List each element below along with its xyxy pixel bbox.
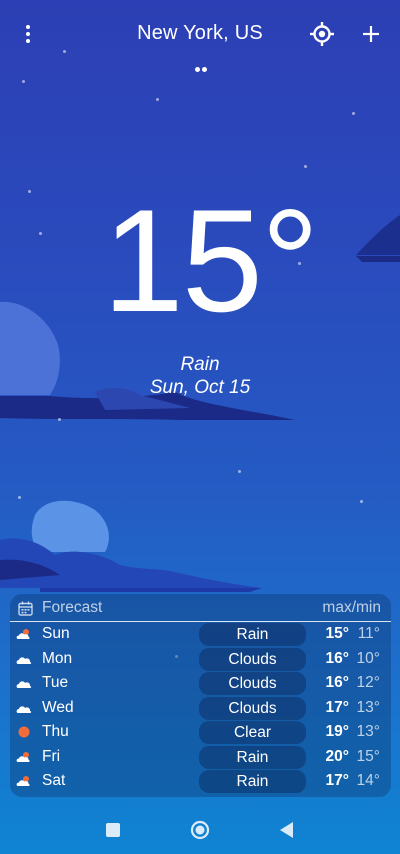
page-indicator xyxy=(195,67,207,73)
forecast-condition: Clear xyxy=(199,721,306,744)
forecast-condition: Rain xyxy=(199,623,306,646)
recents-button[interactable] xyxy=(106,823,120,837)
cloud-shape xyxy=(356,256,400,262)
forecast-condition: Clouds xyxy=(199,672,306,695)
city-title[interactable]: New York, US xyxy=(100,22,300,45)
current-condition: Rain xyxy=(180,354,220,375)
forecast-condition: Rain xyxy=(199,745,306,769)
forecast-condition: Clouds xyxy=(199,696,306,720)
cloud-shape xyxy=(31,500,109,552)
forecast-min: 13° xyxy=(356,698,380,716)
cloud-rain-icon xyxy=(16,751,30,762)
forecast-condition: Rain xyxy=(199,770,306,793)
forecast-row-fri[interactable]: Fri Rain 20° 15° xyxy=(10,745,391,769)
cloud-icon xyxy=(16,705,32,713)
system-navigation-bar xyxy=(0,806,400,854)
cloud-shape xyxy=(0,538,262,588)
forecast-header: Forecast max/min xyxy=(10,594,391,622)
home-button[interactable] xyxy=(190,820,210,840)
cloud-icon xyxy=(16,656,32,664)
forecast-condition: Clouds xyxy=(199,647,306,671)
calendar-icon xyxy=(18,601,33,616)
back-button[interactable] xyxy=(279,821,295,839)
cloud-shape xyxy=(40,588,262,592)
forecast-row-thu[interactable]: Thu Clear 19° 13° xyxy=(10,720,391,744)
cloud-icon xyxy=(16,681,32,688)
forecast-day: Wed xyxy=(42,698,74,716)
forecast-row-mon[interactable]: Mon Clouds 16° 10° xyxy=(10,647,391,671)
more-options-icon[interactable] xyxy=(22,22,34,46)
weather-screen: New York, US 15° Rain Sun, Oct 15 Foreca… xyxy=(0,0,400,854)
forecast-day: Thu xyxy=(42,723,69,740)
forecast-min: 15° xyxy=(356,747,380,765)
add-location-icon[interactable] xyxy=(359,22,383,46)
forecast-min: 11° xyxy=(357,625,380,642)
cloud-rain-icon xyxy=(16,776,30,786)
forecast-max: 15° xyxy=(325,625,349,642)
forecast-min: 12° xyxy=(356,674,380,691)
top-bar: New York, US xyxy=(0,0,400,70)
forecast-row-sun[interactable]: Sun Rain 15° 11° xyxy=(10,622,391,646)
forecast-min: 13° xyxy=(356,723,380,740)
forecast-min: 14° xyxy=(356,772,380,789)
current-temperature: 15° xyxy=(102,179,320,342)
cloud-shape xyxy=(356,215,400,255)
forecast-max: 17° xyxy=(325,698,349,716)
forecast-max: 20° xyxy=(325,747,349,765)
forecast-row-tue[interactable]: Tue Clouds 16° 12° xyxy=(10,671,391,695)
current-date: Sun, Oct 15 xyxy=(149,377,251,398)
forecast-panel: Forecast max/min Sun Rain 15° 11° Mon Cl… xyxy=(10,594,391,797)
sun-icon xyxy=(18,726,30,738)
forecast-day: Mon xyxy=(42,649,73,667)
forecast-max: 16° xyxy=(325,674,349,691)
forecast-max: 16° xyxy=(325,649,349,667)
forecast-row-sat[interactable]: Sat Rain 17° 14° xyxy=(10,769,391,793)
forecast-day: Tue xyxy=(42,674,69,691)
locate-icon[interactable] xyxy=(309,21,335,47)
forecast-day: Sun xyxy=(42,625,70,642)
cloud-shape xyxy=(0,301,60,395)
forecast-row-wed[interactable]: Wed Clouds 17° 13° xyxy=(10,696,391,720)
forecast-maxmin-label: max/min xyxy=(322,599,381,616)
forecast-min: 10° xyxy=(356,649,380,667)
forecast-max: 19° xyxy=(325,723,349,740)
cloud-rain-icon xyxy=(16,629,30,639)
forecast-day: Fri xyxy=(42,747,61,765)
forecast-title: Forecast xyxy=(42,599,103,616)
forecast-day: Sat xyxy=(42,772,66,789)
forecast-max: 17° xyxy=(325,772,349,789)
